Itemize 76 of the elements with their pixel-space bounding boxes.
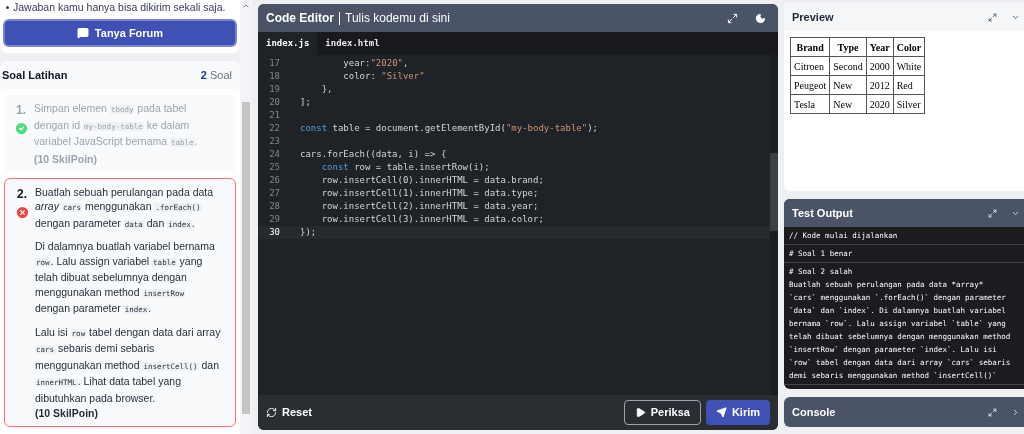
code-line: const row = table.insertRow(i);	[320, 160, 490, 174]
line-number: 19	[268, 82, 281, 96]
table-cell: Citroen	[790, 56, 830, 76]
caret-icon[interactable]	[1011, 407, 1020, 417]
code-line: },	[320, 82, 333, 96]
code-line: row.insertCell(1).innerHTML = data.type;	[320, 186, 539, 200]
table-cell: New	[829, 75, 867, 95]
play-icon	[634, 407, 646, 418]
question-number: 2.	[17, 185, 27, 203]
preview-title: Preview	[792, 9, 834, 25]
exercise-count: 2 Soal	[200, 67, 233, 83]
line-number: 22	[268, 121, 281, 135]
line-number: 20	[268, 95, 281, 109]
table-cell: 2000	[866, 56, 894, 76]
notice-text: Jawaban kamu hanya bisa dikirim sekali saja.	[13, 0, 226, 14]
table-cell: White	[893, 56, 925, 76]
line-number: 18	[268, 69, 281, 83]
editor-scrollbar[interactable]	[770, 55, 778, 395]
scrollbar[interactable]	[240, 0, 252, 434]
line-number: 26	[268, 173, 281, 187]
line-number: 17	[268, 56, 281, 70]
expand-icon[interactable]	[988, 12, 997, 22]
expand-icon[interactable]	[988, 208, 997, 218]
bullet-icon	[6, 5, 9, 9]
table-cell: Red	[893, 75, 925, 95]
line-number: 27	[268, 186, 281, 200]
chat-icon	[76, 27, 89, 39]
file-tab[interactable]: index.html	[317, 32, 388, 55]
line-number: 30	[268, 225, 281, 239]
editor-subtitle: Tulis kodemu di sini	[345, 10, 450, 27]
code-line: year:"2020",	[342, 56, 409, 70]
table-cell: New	[829, 94, 867, 114]
code-line: cars.forEach((data, i) => {	[300, 147, 447, 161]
cross-icon	[14, 204, 30, 220]
reset-button[interactable]: Reset	[266, 404, 312, 421]
code-line: const table = document.getElementById("my-body-table");	[300, 121, 599, 135]
expand-icon[interactable]	[727, 12, 738, 24]
table-header: Brand	[790, 37, 830, 57]
table-cell: Silver	[893, 94, 925, 114]
send-icon	[715, 407, 727, 418]
code-line: row.insertCell(0).innerHTML = data.brand;	[320, 173, 544, 187]
code-line: });	[300, 225, 317, 239]
editor-title: Code Editor	[266, 10, 334, 27]
forum-button[interactable]: Tanya Forum	[3, 19, 237, 47]
table-cell: Tesla	[790, 94, 830, 114]
table-cell: Peugeot	[790, 75, 830, 95]
line-number: 24	[268, 147, 281, 161]
table-cell: Second	[829, 56, 867, 76]
line-number: 23	[268, 134, 281, 148]
table-cell: 2020	[866, 94, 894, 114]
moon-icon[interactable]	[755, 12, 766, 24]
line-number: 21	[268, 108, 281, 122]
test-output-title: Test Output	[792, 205, 853, 221]
table-cell: 2012	[866, 75, 894, 95]
exercise-title: Soal Latihan	[2, 67, 68, 83]
code-line: row.insertCell(3).innerHTML = data.color;	[320, 212, 544, 226]
code-line: color: "Silver"	[342, 69, 425, 83]
scroll-up-icon[interactable]	[242, 2, 250, 10]
expand-icon[interactable]	[988, 407, 997, 417]
table-header: Type	[829, 37, 867, 57]
question-number: 1.	[16, 102, 26, 119]
line-number: 28	[268, 199, 281, 213]
check-icon	[13, 121, 29, 136]
file-tab[interactable]: index.js	[258, 32, 318, 55]
question-points: (10 SkilPoin)	[35, 407, 99, 420]
table-header: Year	[866, 37, 894, 57]
line-number: 25	[268, 160, 281, 174]
code-line: ];	[300, 95, 311, 109]
check-button[interactable]: Periksa	[623, 400, 701, 425]
code-line: row.insertCell(2).innerHTML = data.year;	[320, 199, 539, 213]
question-points: (10 SkilPoin)	[34, 152, 98, 166]
submit-button[interactable]: Kirim	[705, 400, 770, 425]
line-number: 29	[268, 212, 281, 226]
table-header: Color	[893, 37, 925, 57]
refresh-icon	[266, 407, 277, 418]
console-title: Console	[792, 404, 836, 420]
